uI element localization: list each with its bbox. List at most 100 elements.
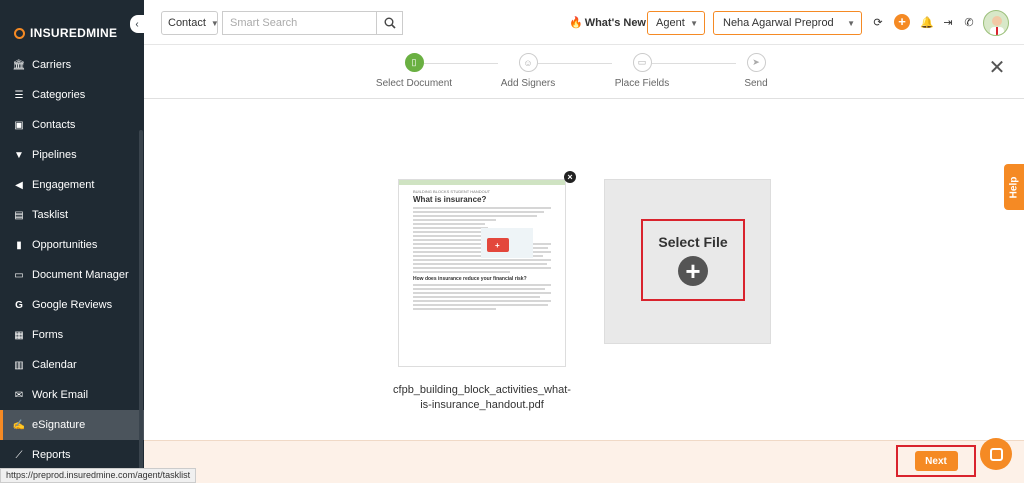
search-placeholder: Smart Search [230,17,298,29]
logout-icon[interactable]: ⇥ [941,15,955,29]
collapse-sidebar-button[interactable]: ‹ [130,15,144,33]
text-line [413,227,488,229]
text-line [413,219,496,221]
help-tab[interactable]: Help [1004,164,1024,210]
document-thumbnail[interactable]: BUILDING BLOCKS STUDENT HANDOUT What is … [398,179,566,367]
esignature-stepper: ▯ Select Document ☺ Add Signers ▭ Place … [144,45,1024,99]
sidebar-item-engagement[interactable]: ◀ Engagement [0,170,144,200]
text-line [413,296,540,298]
select-file-button[interactable]: Select File + [641,219,745,301]
text-line [413,263,547,265]
chat-icon [989,447,1003,461]
user-select[interactable]: Neha Agarwal Preprod ▼ [713,11,862,35]
bar-chart-icon: ▮ [16,239,22,251]
sidebar-item-carriers[interactable]: 🏛 Carriers [0,50,144,80]
sidebar-item-forms[interactable]: ▦ Forms [0,320,144,350]
sidebar-item-label: Work Email [32,389,89,401]
send-icon: ➤ [746,53,766,72]
refresh-icon[interactable]: ⟳ [871,15,885,29]
user-avatar-icon [990,16,1004,35]
phone-icon[interactable]: ✆ [962,15,976,29]
sidebar-item-label: Document Manager [32,269,129,281]
sidebar-item-pipelines[interactable]: ▼ Pipelines [0,140,144,170]
mail-icon: ✉ [14,389,24,401]
bell-icon[interactable]: 🔔 [920,15,934,29]
sidebar-item-label: Opportunities [32,239,98,251]
search-icon [384,17,396,29]
text-line [413,292,551,294]
sidebar-item-label: Calendar [32,359,77,371]
chevron-down-icon: ▼ [210,18,219,28]
sidebar-item-google-reviews[interactable]: G Google Reviews [0,290,144,320]
top-bar: Contact ▼ Smart Search 🔥 What's New Agen… [144,0,1024,45]
remove-document-button[interactable]: × [564,171,576,183]
tasklist-icon: ▤ [14,209,24,221]
whats-new-link[interactable]: 🔥 What's New [569,16,646,30]
text-line [413,284,551,286]
sidebar-item-contacts[interactable]: ▣ Contacts [0,110,144,140]
agent-select[interactable]: Agent ▼ [647,11,705,35]
step-label: Select Document [375,78,453,89]
sidebar-item-tasklist[interactable]: ▤ Tasklist [0,200,144,230]
sidebar-item-document-manager[interactable]: ▭ Document Manager [0,260,144,290]
sidebar-item-label: Engagement [32,179,95,191]
sidebar-scrollbar[interactable] [139,130,143,470]
sidebar-item-opportunities[interactable]: ▮ Opportunities [0,230,144,260]
text-line [413,308,496,310]
document-filename: cfpb_building_block_activities_what-is-i… [393,384,571,411]
doc-title: What is insurance? [413,195,487,204]
text-line [413,239,485,241]
megaphone-icon: ◀ [15,179,23,191]
filter-icon: ▼ [14,149,24,161]
bank-icon: 🏛 [12,59,26,71]
sidebar-nav: 🏛 Carriers ☰ Categories ▣ Contacts ▼ Pip… [0,50,144,470]
sidebar-item-reports[interactable]: ⟋ Reports [0,440,144,470]
search-button[interactable] [376,11,403,35]
document-icon: ▯ [404,53,424,72]
step-select-document[interactable]: ▯ Select Document [364,53,464,89]
status-bar-url: https://preprod.insuredmine.com/agent/ta… [0,468,197,483]
sidebar-item-esignature[interactable]: ✍ eSignature [0,410,144,440]
text-line [413,271,510,273]
text-line [413,300,551,302]
form-icon: ▦ [14,329,24,341]
calendar-icon: ▥ [14,359,24,371]
step-label: Add Signers [500,78,556,89]
next-button[interactable]: Next [914,451,958,471]
agent-select-value: Agent [656,17,685,29]
cross-icon: + [495,241,500,250]
doc-subheading: How does insurance reduce your financial… [413,276,527,282]
sidebar-item-categories[interactable]: ☰ Categories [0,80,144,110]
help-label: Help [1008,176,1020,198]
text-line [413,215,538,217]
sidebar-item-label: Categories [32,89,86,101]
signature-icon: ✍ [12,419,26,431]
chat-launcher-button[interactable] [980,438,1012,470]
sidebar-item-work-email[interactable]: ✉ Work Email [0,380,144,410]
whats-new-label: What's New [584,16,646,29]
text-line [413,235,489,237]
folder-icon: ▭ [14,269,24,281]
close-icon[interactable]: ✕ [988,58,1006,78]
step-send[interactable]: ➤ Send [706,53,806,89]
logo-icon [14,27,25,39]
add-new-button[interactable]: + [894,14,910,30]
plus-circle-icon: + [678,256,708,286]
select-file-card[interactable]: Select File + [604,179,771,344]
sidebar-item-label: Reports [32,449,71,461]
brand-name: INSUREDMINE [30,26,118,40]
doc-kicker: BUILDING BLOCKS STUDENT HANDOUT [413,189,491,194]
line-chart-icon: ⟋ [15,449,23,461]
step-place-fields[interactable]: ▭ Place Fields [592,53,692,89]
avatar[interactable] [983,10,1009,36]
text-line [413,267,551,269]
sidebar-item-label: Google Reviews [32,299,113,311]
sidebar-item-calendar[interactable]: ▥ Calendar [0,350,144,380]
text-line [413,259,551,261]
select-file-label: Select File [658,234,728,250]
smart-search-input[interactable]: Smart Search [222,11,377,35]
brand-logo[interactable]: INSUREDMINE [14,26,117,40]
contact-type-select[interactable]: Contact ▼ [161,11,219,35]
step-add-signers[interactable]: ☺ Add Signers [478,53,578,89]
sidebar-item-label: Contacts [32,119,76,131]
